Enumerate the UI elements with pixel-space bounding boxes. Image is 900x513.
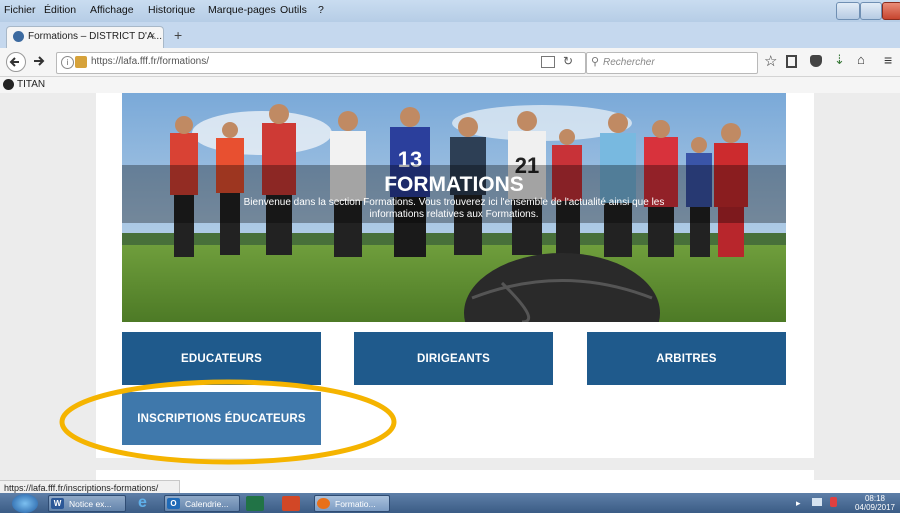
menu-affichage[interactable]: Affichage <box>90 4 134 16</box>
close-window-button[interactable] <box>882 2 900 20</box>
hero-subtitle-line1: Bienvenue dans la section Formations. Vo… <box>243 197 665 208</box>
search-icon: ⚲ <box>591 56 600 68</box>
taskbar-word[interactable]: W Notice ex... <box>48 495 126 512</box>
taskbar-outlook[interactable]: O Calendrie... <box>164 495 240 512</box>
hero-title: FORMATIONS <box>384 173 524 196</box>
tab-close-icon[interactable]: × <box>149 30 155 42</box>
word-icon: W <box>51 498 64 509</box>
taskbar-firefox[interactable]: Formatio... <box>314 495 390 512</box>
maximize-button[interactable] <box>860 2 882 20</box>
info-icon[interactable]: i <box>61 56 74 69</box>
tab-formations[interactable]: Formations – DISTRICT D'A... × <box>6 26 164 49</box>
forward-button[interactable] <box>30 52 48 70</box>
hero-subtitle: Bienvenue dans la section Formations. Vo… <box>122 197 786 221</box>
reader-view-icon[interactable] <box>541 56 555 68</box>
bookmark-star-icon[interactable]: ☆ <box>764 52 777 70</box>
taskbar-powerpoint[interactable] <box>282 496 300 511</box>
ie-icon: e <box>138 494 147 511</box>
search-bar[interactable]: ⚲ Rechercher <box>586 52 758 74</box>
url-text[interactable]: https://lafa.fff.fr/formations/ <box>91 56 209 67</box>
menu-outils[interactable]: Outils <box>280 4 307 16</box>
firefox-icon <box>317 498 330 509</box>
next-section-card <box>96 470 814 482</box>
hamburger-menu-icon[interactable]: ≡ <box>884 52 892 68</box>
download-icon[interactable]: ⇣ <box>834 52 845 68</box>
hero-subtitle-line2: informations relatives aux Formations. <box>369 209 539 220</box>
tray-network-icon[interactable] <box>812 498 822 506</box>
status-bar-url: https://lafa.fff.fr/inscriptions-formati… <box>0 480 180 494</box>
bookmarks-toolbar <box>0 77 900 93</box>
home-icon[interactable]: ⌂ <box>857 52 865 67</box>
titan-bookmark-icon <box>3 79 14 90</box>
pocket-icon[interactable] <box>810 55 822 67</box>
back-button[interactable] <box>6 52 26 72</box>
menu-help[interactable]: ? <box>318 4 324 16</box>
menu-edition[interactable]: Édition <box>44 4 76 16</box>
bookmarks-menu-icon[interactable] <box>786 55 797 68</box>
menu-fichier[interactable]: Fichier <box>4 4 36 16</box>
lock-warning-icon[interactable] <box>75 56 87 68</box>
clock-date: 04/09/2017 <box>854 503 896 512</box>
arbitres-button[interactable]: ARBITRES <box>587 332 786 385</box>
outlook-icon: O <box>167 498 180 509</box>
tray-flag-icon[interactable]: ▸ <box>796 498 801 509</box>
taskbar-ie[interactable]: e <box>132 494 158 512</box>
clock-time: 08:18 <box>864 494 886 503</box>
minimize-button[interactable] <box>836 2 860 20</box>
bookmark-titan[interactable]: TITAN <box>17 79 45 90</box>
menu-historique[interactable]: Historique <box>148 4 195 16</box>
back-arrow-icon <box>9 57 19 67</box>
start-button[interactable] <box>12 494 38 513</box>
highlight-ellipse <box>59 379 397 465</box>
reload-icon[interactable]: ↻ <box>563 54 573 68</box>
url-bar[interactable]: i https://lafa.fff.fr/formations/ ↻ <box>56 52 586 74</box>
site-favicon-icon <box>13 31 24 42</box>
search-placeholder[interactable]: Rechercher <box>603 57 655 68</box>
menu-bar <box>0 0 900 22</box>
tray-volume-icon[interactable] <box>830 497 837 507</box>
forward-arrow-icon <box>34 56 45 66</box>
new-tab-button[interactable]: + <box>174 27 182 43</box>
taskbar-excel[interactable] <box>246 496 264 511</box>
menu-marque-pages[interactable]: Marque-pages <box>208 4 276 16</box>
tab-title: Formations – DISTRICT D'A... <box>28 31 162 42</box>
hero-banner: 13 21 FORMATIONS Bienvenue dans la secti… <box>122 93 786 322</box>
taskbar-clock[interactable]: 08:18 04/09/2017 <box>852 494 898 512</box>
